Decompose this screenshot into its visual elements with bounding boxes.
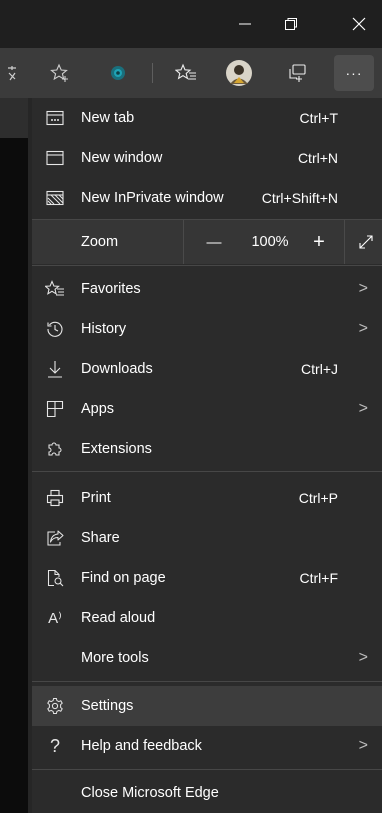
- find-icon: [40, 558, 70, 598]
- zoom-in-button[interactable]: +: [299, 220, 339, 264]
- chevron-right-icon: >: [358, 320, 368, 337]
- profile-avatar[interactable]: [222, 48, 256, 98]
- menu-item-favorites[interactable]: Favorites >: [32, 269, 382, 309]
- more-button[interactable]: ···: [334, 55, 374, 91]
- menu-item-label: Apps: [81, 401, 115, 417]
- menu-shortcut: Ctrl+N: [297, 150, 338, 166]
- fullscreen-button[interactable]: [350, 220, 382, 264]
- menu-item-label: Find on page: [81, 570, 166, 586]
- download-icon: [40, 349, 70, 389]
- menu-item-label: New InPrivate window: [81, 190, 224, 206]
- menu-item-extensions[interactable]: Extensions: [32, 429, 382, 469]
- chevron-right-icon: >: [358, 737, 368, 754]
- menu-divider: [32, 681, 382, 682]
- restore-icon[interactable]: [268, 0, 314, 48]
- menu-item-new-window[interactable]: New window Ctrl+N: [32, 138, 382, 178]
- menu-item-settings[interactable]: Settings: [32, 686, 382, 726]
- toolbar-divider: [152, 63, 153, 83]
- print-icon: [40, 478, 70, 518]
- zoom-out-icon: —: [206, 233, 222, 251]
- extension-icon[interactable]: [102, 48, 134, 98]
- menu-shortcut: Ctrl+F: [299, 570, 339, 586]
- browser-toolbar: [0, 48, 382, 98]
- zoom-row: Zoom — 100% +: [32, 220, 382, 264]
- chevron-right-icon: >: [358, 400, 368, 417]
- more-icon: ···: [345, 65, 363, 81]
- menu-item-print[interactable]: Print Ctrl+P: [32, 478, 382, 518]
- menu-divider: [32, 265, 382, 266]
- new-window-icon: [40, 138, 70, 178]
- menu-item-more-tools[interactable]: More tools >: [32, 638, 382, 678]
- menu-item-label: New tab: [81, 110, 135, 126]
- menu-shortcut: Ctrl+Shift+N: [261, 190, 338, 206]
- settings-icon: [40, 686, 70, 726]
- menu-item-help-and-feedback[interactable]: ? Help and feedback >: [32, 726, 382, 766]
- close-icon[interactable]: [336, 0, 382, 48]
- menu-divider: [32, 471, 382, 472]
- zoom-in-icon: +: [313, 230, 325, 253]
- page-content: [0, 138, 28, 813]
- zoom-divider: [344, 220, 345, 264]
- menu-divider: [32, 769, 382, 770]
- history-icon: [40, 309, 70, 349]
- menu-shortcut: Ctrl+P: [298, 490, 338, 506]
- menu-item-apps[interactable]: Apps >: [32, 389, 382, 429]
- zoom-label: Zoom: [81, 234, 119, 250]
- translate-icon[interactable]: [2, 48, 24, 98]
- help-icon: ?: [49, 735, 60, 756]
- add-favorite-icon[interactable]: [44, 48, 76, 98]
- menu-item-label: Downloads: [81, 361, 153, 377]
- collections-icon[interactable]: [282, 48, 314, 98]
- menu-item-new-inprivate-window[interactable]: New InPrivate window Ctrl+Shift+N: [32, 178, 382, 218]
- menu-item-label: New window: [81, 150, 163, 166]
- share-icon: [40, 518, 70, 558]
- title-bar: [0, 0, 382, 48]
- menu-item-label: More tools: [81, 650, 149, 666]
- favorites-icon[interactable]: [170, 48, 202, 98]
- menu-item-close-edge[interactable]: Close Microsoft Edge: [32, 773, 382, 813]
- menu-item-label: Print: [81, 490, 111, 506]
- menu-shortcut: Ctrl+T: [299, 110, 339, 126]
- menu-item-label: Favorites: [81, 281, 141, 297]
- chevron-right-icon: >: [358, 649, 368, 666]
- menu-item-share[interactable]: Share: [32, 518, 382, 558]
- new-tab-icon: [40, 98, 70, 138]
- menu-item-find-on-page[interactable]: Find on page Ctrl+F: [32, 558, 382, 598]
- inprivate-icon: [40, 178, 70, 218]
- read-aloud-icon: A⁾: [48, 610, 62, 627]
- menu-item-new-tab[interactable]: New tab Ctrl+T: [32, 98, 382, 138]
- zoom-out-button[interactable]: —: [192, 220, 236, 264]
- menu-item-read-aloud[interactable]: A⁾ Read aloud: [32, 598, 382, 638]
- zoom-value: 100%: [251, 234, 289, 250]
- settings-and-more-menu: New tab Ctrl+T New window Ctrl+N New InP…: [32, 98, 382, 813]
- zoom-divider: [183, 220, 184, 264]
- menu-shortcut: Ctrl+J: [301, 361, 338, 377]
- chevron-right-icon: >: [358, 280, 368, 297]
- menu-item-label: Extensions: [81, 441, 152, 457]
- menu-item-label: Read aloud: [81, 610, 156, 626]
- apps-icon: [40, 389, 70, 429]
- menu-item-downloads[interactable]: Downloads Ctrl+J: [32, 349, 382, 389]
- menu-item-label: History: [81, 321, 127, 337]
- fullscreen-icon: [359, 235, 373, 249]
- menu-item-label: Close Microsoft Edge: [81, 785, 219, 801]
- menu-item-label: Share: [81, 530, 120, 546]
- menu-item-label: Settings: [81, 698, 134, 714]
- minimize-icon[interactable]: [222, 0, 268, 48]
- menu-item-history[interactable]: History >: [32, 309, 382, 349]
- extensions-icon: [40, 429, 70, 469]
- favorites-icon: [40, 269, 70, 309]
- menu-item-label: Help and feedback: [81, 738, 202, 754]
